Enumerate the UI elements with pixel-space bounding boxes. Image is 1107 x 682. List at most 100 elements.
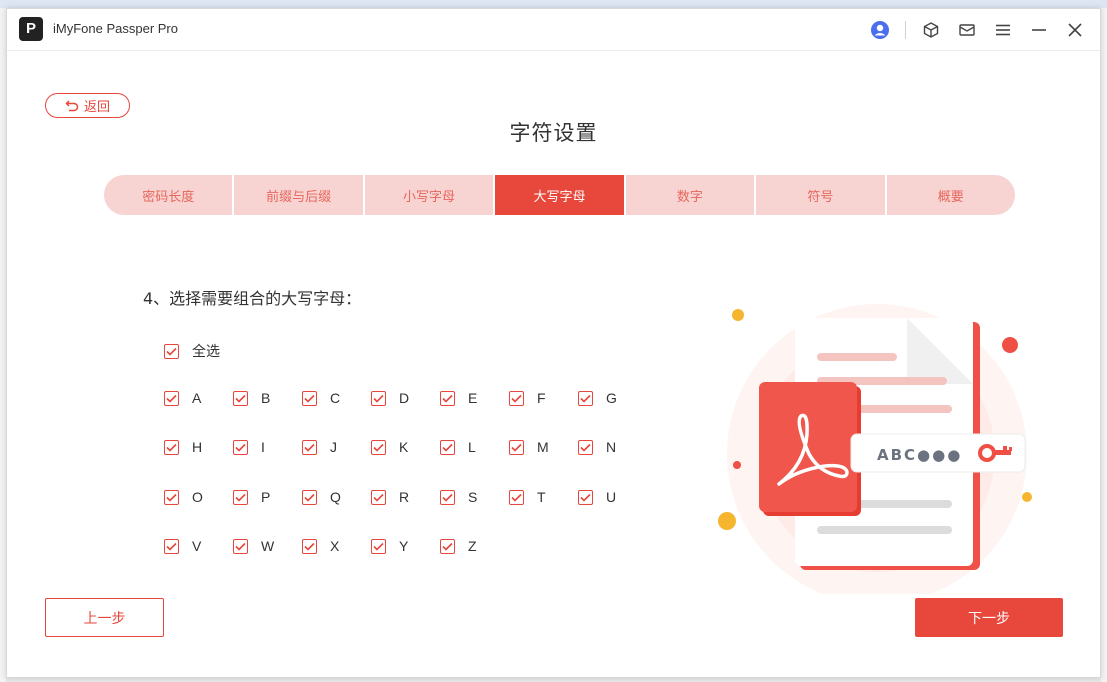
letter-checkbox-g[interactable]: G [578, 390, 617, 406]
letter-checkbox-p[interactable]: P [233, 489, 270, 505]
letter-checkbox-w[interactable]: W [233, 538, 274, 554]
background-app-edge-right [1101, 8, 1107, 682]
letter-checkbox-i[interactable]: I [233, 439, 265, 455]
letter-checkbox-c[interactable]: C [302, 390, 340, 406]
letter-checkbox-h[interactable]: H [164, 439, 202, 455]
app-title: iMyFone Passper Pro [53, 21, 178, 36]
checkbox-check-icon [233, 538, 248, 554]
back-button-label: 返回 [83, 100, 110, 115]
letter-label: X [330, 538, 340, 554]
back-arrow-icon [65, 99, 79, 111]
letter-label: U [606, 489, 617, 505]
pdf-password-illustration: ABC●●● [718, 304, 1032, 594]
section-label: 4、选择需要组合的大写字母： [143, 289, 362, 308]
minimize-icon[interactable] [1028, 19, 1050, 41]
checkbox-check-icon [509, 439, 524, 455]
mail-icon[interactable] [956, 19, 978, 41]
letter-label: P [261, 489, 271, 505]
letter-label: Q [330, 489, 341, 505]
checkbox-check-icon [302, 439, 317, 455]
letter-label: W [261, 538, 275, 554]
letter-checkbox-y[interactable]: Y [371, 538, 408, 554]
checkbox-check-icon [578, 390, 593, 406]
letter-checkbox-e[interactable]: E [440, 390, 477, 406]
app-logo-icon: P [19, 17, 43, 41]
background-app-strip [0, 0, 1107, 8]
select-all-checkbox[interactable]: 全选 [164, 341, 220, 361]
letter-label: L [468, 439, 476, 455]
letter-label: N [606, 439, 617, 455]
close-icon[interactable] [1064, 19, 1086, 41]
step-tabs: 密码长度 前缀与后缀 小写字母 大写字母 数字 符号 概要 [104, 175, 1015, 215]
page-title: 字符设置 [509, 121, 598, 145]
letter-checkbox-q[interactable]: Q [302, 489, 341, 505]
step-tab-digits[interactable]: 数字 [626, 175, 757, 215]
account-icon[interactable] [869, 19, 891, 41]
letter-label: K [399, 439, 409, 455]
checkbox-check-icon [371, 489, 386, 505]
letter-checkbox-m[interactable]: M [509, 439, 549, 455]
letter-label: R [399, 489, 410, 505]
letter-label: C [330, 390, 341, 406]
app-window: P iMyFone Passper Pro 返回 字符设置 密码长度 前缀与后缀… [6, 8, 1101, 678]
checkbox-check-icon [164, 439, 179, 455]
letter-label: A [192, 390, 202, 406]
checkbox-check-icon [164, 343, 179, 359]
illustration-password-text: ABC●●● [877, 446, 962, 464]
checkbox-check-icon [302, 489, 317, 505]
checkbox-check-icon [164, 390, 179, 406]
letter-checkbox-v[interactable]: V [164, 538, 201, 554]
letter-checkbox-r[interactable]: R [371, 489, 409, 505]
letter-label: V [192, 538, 202, 554]
checkbox-check-icon [371, 439, 386, 455]
previous-step-button[interactable]: 上一步 [45, 598, 164, 637]
package-icon[interactable] [920, 19, 942, 41]
checkbox-check-icon [233, 390, 248, 406]
checkbox-check-icon [509, 489, 524, 505]
letter-label: E [468, 390, 478, 406]
letter-label: J [330, 439, 337, 455]
letter-checkbox-a[interactable]: A [164, 390, 201, 406]
step-tab-lowercase[interactable]: 小写字母 [365, 175, 496, 215]
letter-checkbox-f[interactable]: F [509, 390, 546, 406]
step-tab-prefix-suffix[interactable]: 前缀与后缀 [234, 175, 365, 215]
letter-checkbox-x[interactable]: X [302, 538, 339, 554]
letter-checkbox-t[interactable]: T [509, 489, 546, 505]
letter-checkbox-l[interactable]: L [440, 439, 476, 455]
letter-label: H [192, 439, 203, 455]
step-tab-summary[interactable]: 概要 [887, 175, 1015, 215]
checkbox-check-icon [440, 489, 455, 505]
checkbox-check-icon [233, 489, 248, 505]
back-button[interactable]: 返回 [45, 93, 130, 118]
letter-label: G [606, 390, 617, 406]
letter-checkbox-j[interactable]: J [302, 439, 337, 455]
checkbox-check-icon [371, 538, 386, 554]
step-tab-symbols[interactable]: 符号 [756, 175, 887, 215]
checkbox-check-icon [440, 390, 455, 406]
checkbox-check-icon [440, 439, 455, 455]
letter-label: B [261, 390, 271, 406]
letter-label: S [468, 489, 478, 505]
checkbox-check-icon [440, 538, 455, 554]
menu-icon[interactable] [992, 19, 1014, 41]
select-all-label: 全选 [192, 343, 220, 359]
letter-checkbox-n[interactable]: N [578, 439, 616, 455]
letter-checkbox-s[interactable]: S [440, 489, 477, 505]
letter-checkbox-z[interactable]: Z [440, 538, 477, 554]
letter-checkbox-b[interactable]: B [233, 390, 270, 406]
letter-checkbox-d[interactable]: D [371, 390, 409, 406]
checkbox-check-icon [578, 439, 593, 455]
letter-label: O [192, 489, 203, 505]
checkbox-check-icon [164, 489, 179, 505]
step-tab-password-length[interactable]: 密码长度 [104, 175, 235, 215]
titlebar-divider [905, 21, 906, 39]
letter-checkbox-k[interactable]: K [371, 439, 408, 455]
next-step-button[interactable]: 下一步 [915, 598, 1063, 637]
step-tab-uppercase[interactable]: 大写字母 [495, 175, 626, 215]
letter-checkbox-o[interactable]: O [164, 489, 203, 505]
letter-label: I [261, 439, 265, 455]
letter-label: M [537, 439, 549, 455]
letter-label: T [537, 489, 546, 505]
letter-checkbox-u[interactable]: U [578, 489, 616, 505]
letter-label: Z [468, 538, 477, 554]
